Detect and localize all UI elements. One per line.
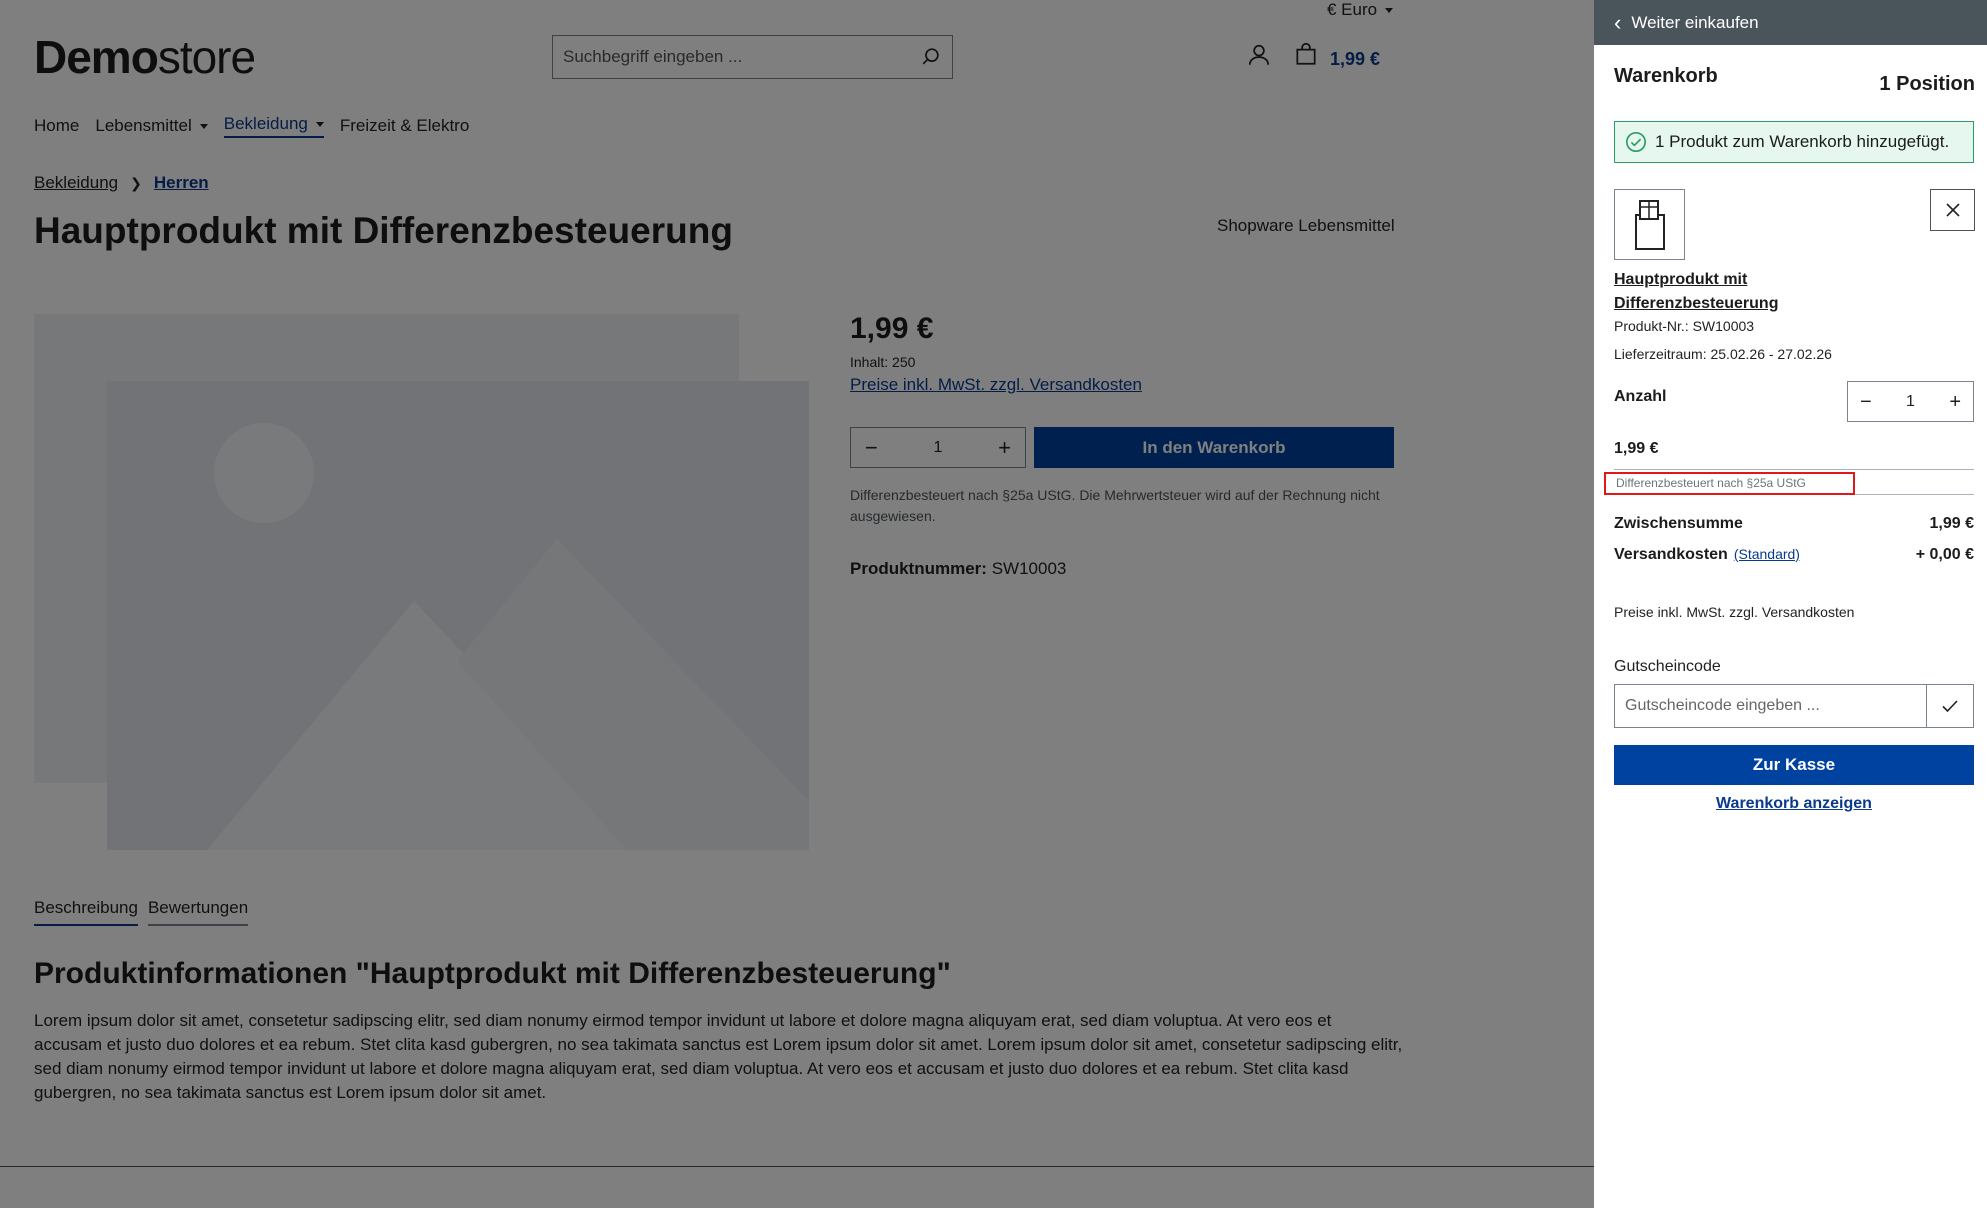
success-message: 1 Produkt zum Warenkorb hinzugefügt. [1655, 132, 1950, 151]
cart-item-thumbnail[interactable] [1614, 189, 1685, 260]
cart-quantity-stepper[interactable]: − 1 + [1847, 381, 1974, 422]
quantity-label: Anzahl [1614, 388, 1667, 405]
checkmark-icon [1942, 700, 1958, 713]
cart-quantity-value[interactable]: 1 [1906, 393, 1915, 411]
vat-note: Preise inkl. MwSt. zzgl. Versandkosten [1614, 604, 1855, 620]
remove-item-button[interactable] [1930, 189, 1975, 231]
subtotal-row: Zwischensumme 1,99 € [1614, 515, 1974, 533]
close-icon [1945, 203, 1960, 217]
minus-icon[interactable]: − [1860, 392, 1872, 412]
cart-item-delivery: Lieferzeitraum: 25.02.26 - 27.02.26 [1614, 346, 1832, 362]
cart-position-count: 1 Position [1879, 73, 1975, 95]
chevron-left-icon: ‹ [1614, 9, 1622, 35]
voucher-form [1614, 684, 1974, 728]
shipping-label: Versandkosten [1614, 546, 1728, 563]
cart-item-name[interactable]: Hauptprodukt mit Differenzbesteuerung [1614, 268, 1874, 316]
shipping-value: + 0,00 € [1915, 546, 1974, 563]
shipping-method-link[interactable]: (Standard) [1734, 546, 1800, 562]
margin-tax-highlight: Differenzbesteuert nach §25a UStG [1604, 472, 1855, 495]
subtotal-label: Zwischensumme [1614, 515, 1743, 532]
divider [1614, 469, 1974, 470]
continue-shopping-label: Weiter einkaufen [1631, 12, 1759, 32]
cart-item-number: Produkt-Nr.: SW10003 [1614, 318, 1755, 334]
backdrop-overlay[interactable] [0, 0, 1594, 1208]
plus-icon[interactable]: + [1949, 392, 1961, 412]
success-alert: 1 Produkt zum Warenkorb hinzugefügt. [1614, 121, 1974, 163]
checkout-button[interactable]: Zur Kasse [1614, 745, 1974, 785]
cart-title: Warenkorb [1614, 65, 1718, 87]
product-thumbnail-icon [1634, 199, 1665, 250]
offcanvas-cart: ‹ Weiter einkaufen Warenkorb 1 Position … [1594, 0, 1987, 1208]
voucher-submit-button[interactable] [1926, 685, 1973, 727]
check-circle-icon [1626, 132, 1646, 152]
voucher-label: Gutscheincode [1614, 658, 1721, 675]
subtotal-value: 1,99 € [1929, 515, 1974, 532]
continue-shopping-button[interactable]: ‹ Weiter einkaufen [1594, 0, 1987, 45]
cart-item-price: 1,99 € [1614, 440, 1659, 457]
shipping-row: Versandkosten (Standard) + 0,00 € [1614, 546, 1974, 564]
view-cart-link[interactable]: Warenkorb anzeigen [1614, 795, 1974, 813]
voucher-input[interactable] [1615, 685, 1926, 727]
